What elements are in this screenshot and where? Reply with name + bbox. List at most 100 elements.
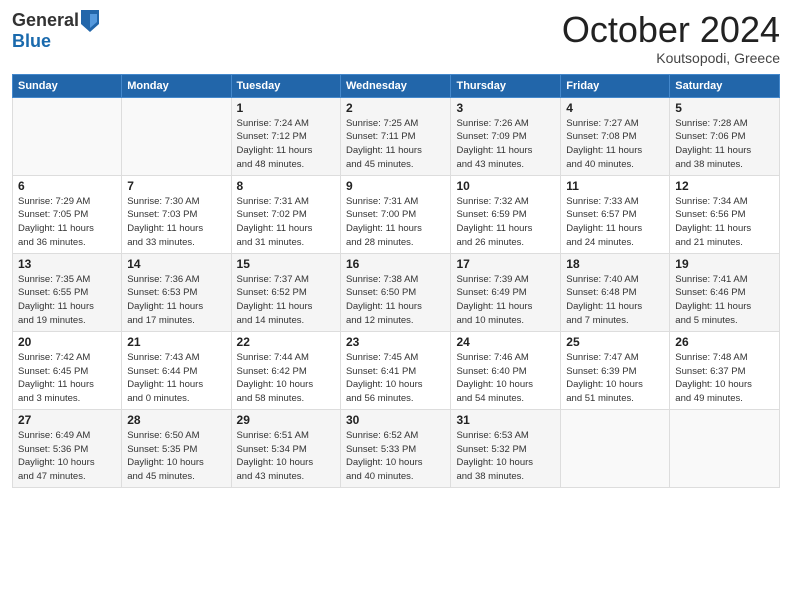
day-cell: 4 Sunrise: 7:27 AM Sunset: 7:08 PM Daylig… [561, 97, 670, 175]
day-cell: 11 Sunrise: 7:33 AM Sunset: 6:57 PM Dayli… [561, 175, 670, 253]
day-number: 8 [237, 179, 335, 193]
logo-general: General [12, 11, 79, 31]
day-number: 21 [127, 335, 225, 349]
page-header: General Blue October 2024 Koutsopodi, Gr… [12, 10, 780, 66]
logo-icon [81, 10, 99, 32]
week-row-5: 27 Sunrise: 6:49 AM Sunset: 5:36 PM Dayli… [13, 409, 780, 487]
day-cell [670, 409, 780, 487]
day-info: Sunrise: 7:33 AM Sunset: 6:57 PM Dayligh… [566, 195, 664, 250]
day-cell: 25 Sunrise: 7:47 AM Sunset: 6:39 PM Dayli… [561, 331, 670, 409]
week-row-1: 1 Sunrise: 7:24 AM Sunset: 7:12 PM Daylig… [13, 97, 780, 175]
header-cell-thursday: Thursday [451, 74, 561, 97]
day-cell: 28 Sunrise: 6:50 AM Sunset: 5:35 PM Dayli… [122, 409, 231, 487]
day-cell: 3Sunrise: 7:26 AM Sunset: 7:09 PM Daylig… [451, 97, 561, 175]
day-number: 6 [18, 179, 116, 193]
day-number: 31 [456, 413, 555, 427]
day-info: Sunrise: 7:38 AM Sunset: 6:50 PM Dayligh… [346, 273, 446, 328]
calendar-table: SundayMondayTuesdayWednesdayThursdayFrid… [12, 74, 780, 488]
day-info: Sunrise: 7:35 AM Sunset: 6:55 PM Dayligh… [18, 273, 116, 328]
day-info: Sunrise: 7:34 AM Sunset: 6:56 PM Dayligh… [675, 195, 774, 250]
day-cell: 18 Sunrise: 7:40 AM Sunset: 6:48 PM Dayli… [561, 253, 670, 331]
day-info: Sunrise: 7:48 AM Sunset: 6:37 PM Dayligh… [675, 351, 774, 406]
day-number: 27 [18, 413, 116, 427]
day-info: Sunrise: 7:46 AM Sunset: 6:40 PM Dayligh… [456, 351, 555, 406]
day-cell: 27 Sunrise: 6:49 AM Sunset: 5:36 PM Dayli… [13, 409, 122, 487]
day-number: 9 [346, 179, 446, 193]
day-info: Sunrise: 7:25 AM Sunset: 7:11 PM Dayligh… [346, 117, 446, 172]
day-info: Sunrise: 7:45 AM Sunset: 6:41 PM Dayligh… [346, 351, 446, 406]
day-info: Sunrise: 6:50 AM Sunset: 5:35 PM Dayligh… [127, 429, 225, 484]
day-cell: 30Sunrise: 6:52 AM Sunset: 5:33 PM Dayli… [340, 409, 451, 487]
logo-blue: Blue [12, 31, 51, 51]
week-row-4: 20 Sunrise: 7:42 AM Sunset: 6:45 PM Dayli… [13, 331, 780, 409]
day-number: 2 [346, 101, 446, 115]
day-number: 22 [237, 335, 335, 349]
day-info: Sunrise: 7:37 AM Sunset: 6:52 PM Dayligh… [237, 273, 335, 328]
day-info: Sunrise: 7:29 AM Sunset: 7:05 PM Dayligh… [18, 195, 116, 250]
day-cell: 12 Sunrise: 7:34 AM Sunset: 6:56 PM Dayli… [670, 175, 780, 253]
day-info: Sunrise: 7:41 AM Sunset: 6:46 PM Dayligh… [675, 273, 774, 328]
day-number: 13 [18, 257, 116, 271]
day-cell: 17Sunrise: 7:39 AM Sunset: 6:49 PM Dayli… [451, 253, 561, 331]
day-number: 12 [675, 179, 774, 193]
day-cell: 13 Sunrise: 7:35 AM Sunset: 6:55 PM Dayli… [13, 253, 122, 331]
day-info: Sunrise: 7:47 AM Sunset: 6:39 PM Dayligh… [566, 351, 664, 406]
day-info: Sunrise: 7:27 AM Sunset: 7:08 PM Dayligh… [566, 117, 664, 172]
day-number: 11 [566, 179, 664, 193]
day-number: 29 [237, 413, 335, 427]
day-number: 20 [18, 335, 116, 349]
day-info: Sunrise: 7:36 AM Sunset: 6:53 PM Dayligh… [127, 273, 225, 328]
day-number: 23 [346, 335, 446, 349]
page-container: General Blue October 2024 Koutsopodi, Gr… [0, 0, 792, 496]
day-cell: 24 Sunrise: 7:46 AM Sunset: 6:40 PM Dayli… [451, 331, 561, 409]
header-cell-saturday: Saturday [670, 74, 780, 97]
day-info: Sunrise: 7:42 AM Sunset: 6:45 PM Dayligh… [18, 351, 116, 406]
day-number: 10 [456, 179, 555, 193]
day-number: 26 [675, 335, 774, 349]
day-info: Sunrise: 7:40 AM Sunset: 6:48 PM Dayligh… [566, 273, 664, 328]
day-cell [13, 97, 122, 175]
day-info: Sunrise: 7:31 AM Sunset: 7:02 PM Dayligh… [237, 195, 335, 250]
day-number: 1 [237, 101, 335, 115]
day-info: Sunrise: 7:43 AM Sunset: 6:44 PM Dayligh… [127, 351, 225, 406]
day-info: Sunrise: 7:26 AM Sunset: 7:09 PM Dayligh… [456, 117, 555, 172]
day-cell: 1 Sunrise: 7:24 AM Sunset: 7:12 PM Daylig… [231, 97, 340, 175]
day-number: 18 [566, 257, 664, 271]
week-row-3: 13 Sunrise: 7:35 AM Sunset: 6:55 PM Dayli… [13, 253, 780, 331]
day-cell: 8 Sunrise: 7:31 AM Sunset: 7:02 PM Daylig… [231, 175, 340, 253]
day-cell: 26 Sunrise: 7:48 AM Sunset: 6:37 PM Dayli… [670, 331, 780, 409]
header-cell-wednesday: Wednesday [340, 74, 451, 97]
day-cell: 16 Sunrise: 7:38 AM Sunset: 6:50 PM Dayli… [340, 253, 451, 331]
day-number: 4 [566, 101, 664, 115]
day-cell: 31 Sunrise: 6:53 AM Sunset: 5:32 PM Dayli… [451, 409, 561, 487]
day-number: 17 [456, 257, 555, 271]
day-cell: 15 Sunrise: 7:37 AM Sunset: 6:52 PM Dayli… [231, 253, 340, 331]
day-info: Sunrise: 6:51 AM Sunset: 5:34 PM Dayligh… [237, 429, 335, 484]
day-number: 14 [127, 257, 225, 271]
day-info: Sunrise: 7:24 AM Sunset: 7:12 PM Dayligh… [237, 117, 335, 172]
day-number: 16 [346, 257, 446, 271]
day-cell: 21 Sunrise: 7:43 AM Sunset: 6:44 PM Dayli… [122, 331, 231, 409]
day-cell [561, 409, 670, 487]
day-cell: 10Sunrise: 7:32 AM Sunset: 6:59 PM Dayli… [451, 175, 561, 253]
header-cell-sunday: Sunday [13, 74, 122, 97]
title-block: October 2024 Koutsopodi, Greece [562, 10, 780, 66]
day-cell: 9Sunrise: 7:31 AM Sunset: 7:00 PM Daylig… [340, 175, 451, 253]
day-number: 28 [127, 413, 225, 427]
day-number: 15 [237, 257, 335, 271]
day-info: Sunrise: 7:28 AM Sunset: 7:06 PM Dayligh… [675, 117, 774, 172]
header-cell-friday: Friday [561, 74, 670, 97]
day-number: 24 [456, 335, 555, 349]
day-cell: 7Sunrise: 7:30 AM Sunset: 7:03 PM Daylig… [122, 175, 231, 253]
header-cell-monday: Monday [122, 74, 231, 97]
day-cell: 2 Sunrise: 7:25 AM Sunset: 7:11 PM Daylig… [340, 97, 451, 175]
location: Koutsopodi, Greece [562, 50, 780, 66]
day-info: Sunrise: 6:49 AM Sunset: 5:36 PM Dayligh… [18, 429, 116, 484]
day-info: Sunrise: 6:53 AM Sunset: 5:32 PM Dayligh… [456, 429, 555, 484]
week-row-2: 6 Sunrise: 7:29 AM Sunset: 7:05 PM Daylig… [13, 175, 780, 253]
day-cell: 5 Sunrise: 7:28 AM Sunset: 7:06 PM Daylig… [670, 97, 780, 175]
day-number: 19 [675, 257, 774, 271]
day-info: Sunrise: 6:52 AM Sunset: 5:33 PM Dayligh… [346, 429, 446, 484]
day-number: 25 [566, 335, 664, 349]
day-number: 5 [675, 101, 774, 115]
